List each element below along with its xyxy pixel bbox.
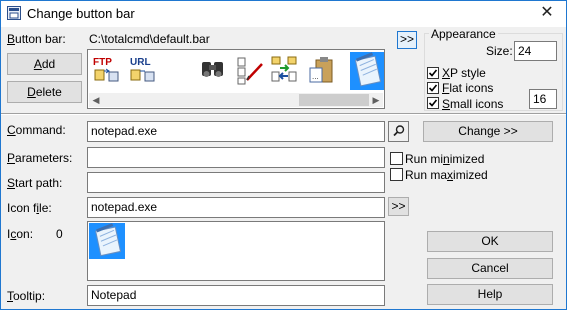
icon-file-browse-button[interactable]: >> <box>388 197 409 216</box>
change-button[interactable]: Change >> <box>423 121 553 142</box>
button-bar-preview[interactable]: FTP URL ... ◀ ▶ <box>87 49 385 109</box>
tooltip-input[interactable]: Notepad <box>87 285 385 306</box>
totalcmd-app-icon <box>7 6 21 20</box>
ftp-connect-icon[interactable]: FTP <box>92 54 122 86</box>
icon-index: 0 <box>56 227 63 241</box>
paste-clipboard-icon[interactable]: ... <box>306 54 336 86</box>
button-bar-label: Button bar: <box>7 32 66 46</box>
binoculars-search-icon[interactable] <box>198 54 228 86</box>
dialog-window: Change button bar ✕ Button bar: C:\total… <box>0 0 567 310</box>
run-maximized-label: Run maximized <box>405 168 488 182</box>
appearance-legend: Appearance <box>429 27 498 41</box>
magnifier-icon <box>392 125 406 141</box>
run-maximized-checkbox[interactable] <box>390 168 403 181</box>
delete-button[interactable]: Delete <box>7 81 82 103</box>
icon-file-label: Icon file: <box>7 201 52 215</box>
size-input[interactable]: 24 <box>514 41 557 61</box>
small-icons-size-input[interactable]: 16 <box>529 89 557 109</box>
window-title: Change button bar <box>27 6 135 21</box>
svg-text:...: ... <box>312 72 319 81</box>
flat-icons-checkbox[interactable] <box>427 82 439 94</box>
button-bar-browse-button[interactable]: >> <box>397 31 417 49</box>
add-button[interactable]: Add <box>7 53 82 75</box>
help-button[interactable]: Help <box>427 284 553 305</box>
icon-label: Icon: <box>7 227 34 241</box>
scrollbar-thumb[interactable] <box>299 94 369 106</box>
multi-rename-icon[interactable] <box>236 54 266 86</box>
tooltip-label: Tooltip: <box>7 289 46 303</box>
icon-file-input[interactable]: notepad.exe <box>87 197 385 218</box>
button-bar-path: C:\totalcmd\default.bar <box>89 32 210 46</box>
url-connect-icon[interactable]: URL <box>128 54 158 86</box>
close-icon[interactable]: ✕ <box>536 3 558 23</box>
start-path-input[interactable] <box>87 172 385 193</box>
size-label: Size: <box>486 44 513 58</box>
icon-picker[interactable] <box>87 221 385 281</box>
title-bar: Change button bar ✕ <box>1 1 566 27</box>
command-label: Command: <box>7 123 66 137</box>
small-icons-checkbox[interactable] <box>427 97 439 109</box>
command-browse-button[interactable] <box>388 121 409 142</box>
command-input[interactable]: notepad.exe <box>87 121 385 142</box>
parameters-input[interactable] <box>87 147 385 168</box>
svg-text:FTP: FTP <box>93 57 112 68</box>
small-icons-label: Small icons <box>442 97 504 111</box>
parameters-label: Parameters: <box>7 151 73 165</box>
notepad-icon[interactable] <box>350 52 384 90</box>
notepad-icon[interactable] <box>89 223 125 259</box>
ok-button[interactable]: OK <box>427 231 553 252</box>
section-divider <box>1 113 566 115</box>
copy-files-icon[interactable] <box>270 54 300 86</box>
scroll-right-icon[interactable]: ▶ <box>369 93 383 107</box>
flat-icons-label: Flat icons <box>442 81 494 95</box>
run-minimized-label: Run minimized <box>405 152 485 166</box>
xp-style-label: XP style <box>442 66 486 80</box>
cancel-button[interactable]: Cancel <box>427 258 553 279</box>
run-minimized-checkbox[interactable] <box>390 152 403 165</box>
preview-scrollbar[interactable]: ◀ ▶ <box>89 93 383 107</box>
scroll-left-icon[interactable]: ◀ <box>89 93 103 107</box>
start-path-label: Start path: <box>7 176 63 190</box>
xp-style-checkbox[interactable] <box>427 67 439 79</box>
svg-text:URL: URL <box>130 57 151 68</box>
